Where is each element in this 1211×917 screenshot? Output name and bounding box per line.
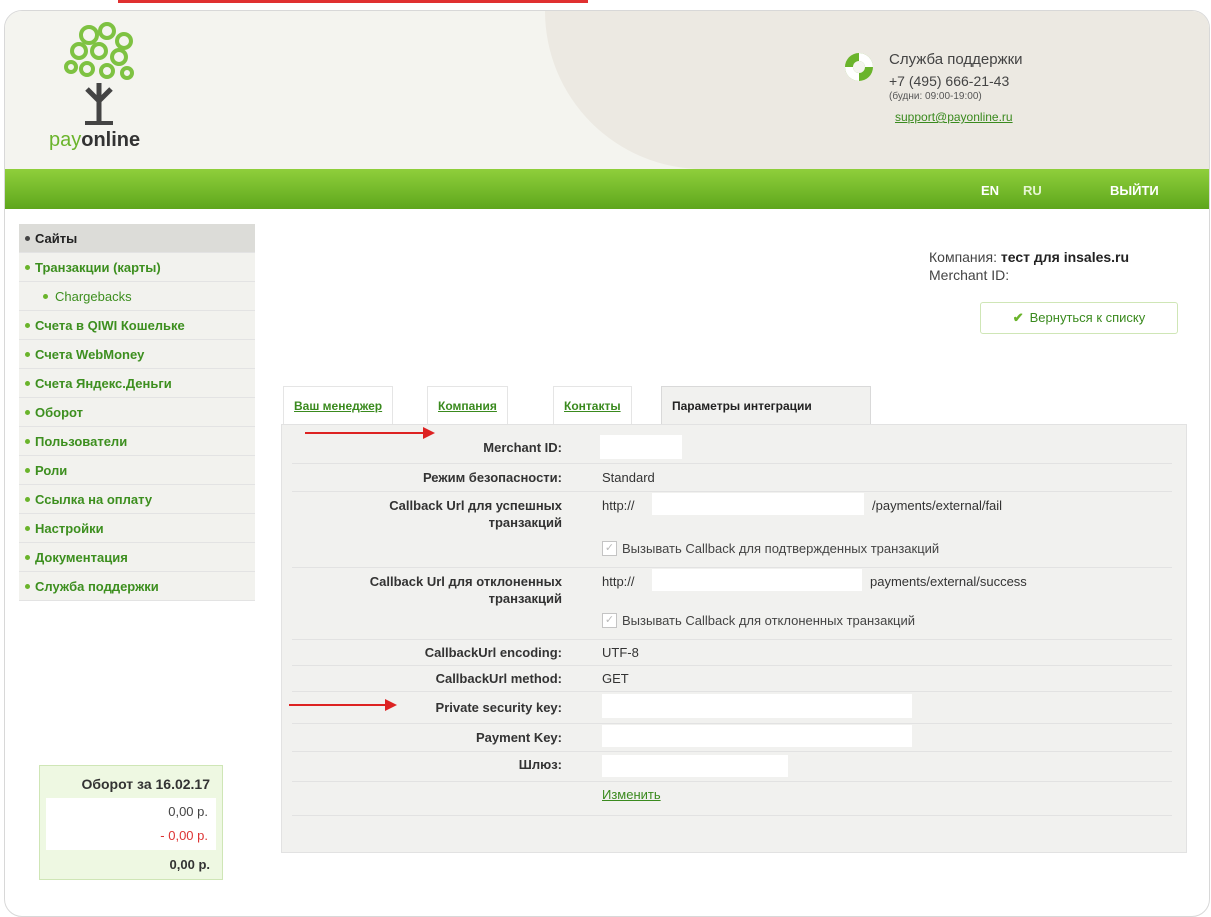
gateway-value: [602, 755, 788, 777]
checkmark-icon: ✔: [1012, 310, 1024, 325]
company-info: Компания: тест для insales.ru Merchant I…: [929, 248, 1129, 284]
bullet-icon: [25, 352, 30, 357]
annotation-arrow-private-key: [289, 699, 397, 711]
support-phone: +7 (495) 666-21-43: [889, 73, 1010, 89]
private-key-value: [602, 694, 912, 718]
payonline-logo[interactable]: payonline: [49, 21, 169, 156]
callback-declined-suffix: payments/external/success: [870, 574, 1027, 589]
callback-declined-checkbox[interactable]: ✓: [602, 613, 617, 628]
logout-link[interactable]: ВЫЙТИ: [1110, 183, 1159, 198]
encoding-value: UTF-8: [602, 645, 639, 660]
form-row-callback-declined: Callback Url для отклоненных транзакций …: [292, 567, 1172, 640]
sidebar-item-sites[interactable]: Сайты: [19, 224, 255, 253]
bullet-icon: [25, 526, 30, 531]
turnover-total: 0,00 р.: [169, 857, 210, 872]
lang-ru-link[interactable]: RU: [1023, 183, 1042, 198]
callback-success-suffix: /payments/external/fail: [872, 498, 1003, 513]
form-row-private-key: Private security key:: [292, 691, 1172, 724]
bullet-icon: [25, 381, 30, 386]
callback-success-checkbox[interactable]: ✓: [602, 541, 617, 556]
sidebar-item-payment-link[interactable]: Ссылка на оплату: [19, 485, 255, 514]
tree-logo-icon: [64, 22, 134, 125]
callback-declined-host-field[interactable]: [652, 569, 862, 591]
turnover-amount: 0,00 р.: [168, 804, 208, 819]
logo-wordmark: payonline: [49, 129, 141, 151]
payment-key-value: [602, 725, 912, 747]
callback-success-host-field[interactable]: [652, 493, 864, 515]
bullet-icon: [25, 468, 30, 473]
method-label: CallbackUrl method:: [435, 671, 562, 686]
turnover-title: Оборот за 16.02.17: [81, 776, 210, 792]
bullet-icon: [25, 584, 30, 589]
encoding-label: CallbackUrl encoding:: [424, 645, 562, 660]
bullet-icon: [25, 410, 30, 415]
callback-declined-label: Callback Url для отклоненных транзакций: [369, 574, 562, 606]
sidebar-item-turnover[interactable]: Оборот: [19, 398, 255, 427]
sidebar-item-qiwi[interactable]: Счета в QIWI Кошельке: [19, 311, 255, 340]
form-row-security-mode: Режим безопасности: Standard: [292, 463, 1172, 492]
company-name: тест для insales.ru: [1000, 249, 1130, 265]
integration-panel: Merchant ID: Режим безопасности: Standar…: [281, 424, 1187, 853]
callback-declined-prefix: http://: [602, 574, 635, 589]
payment-key-label: Payment Key:: [476, 730, 562, 745]
gateway-label: Шлюз:: [518, 757, 562, 772]
method-value: GET: [602, 671, 629, 686]
page-frame: payonline Служба поддержки +7 (495) 666-…: [4, 10, 1210, 917]
support-title: Служба поддержки: [889, 51, 1023, 68]
form-row-callback-success: Callback Url для успешных транзакций htt…: [292, 491, 1172, 568]
sidebar-item-webmoney[interactable]: Счета WebMoney: [19, 340, 255, 369]
form-row-actions: Изменить: [292, 781, 1172, 816]
bullet-icon: [25, 236, 30, 241]
sidebar-item-transactions[interactable]: Транзакции (карты): [19, 253, 255, 282]
bullet-icon: [25, 265, 30, 270]
form-row-payment-key: Payment Key:: [292, 723, 1172, 752]
header: payonline Служба поддержки +7 (495) 666-…: [5, 11, 1209, 169]
sidebar-item-chargebacks[interactable]: Chargebacks: [19, 282, 255, 311]
tab-manager[interactable]: Ваш менеджер: [283, 386, 394, 424]
bullet-icon: [43, 294, 48, 299]
merchant-id-label: Merchant ID:: [483, 440, 562, 455]
callback-declined-checkbox-label: Вызывать Callback для отклоненных транза…: [622, 613, 916, 628]
bullet-icon: [25, 323, 30, 328]
security-mode-label: Режим безопасности:: [422, 470, 562, 485]
bullet-icon: [25, 555, 30, 560]
tab-contacts[interactable]: Контакты: [553, 386, 632, 424]
callback-success-label: Callback Url для успешных транзакций: [389, 498, 562, 530]
sidebar-item-settings[interactable]: Настройки: [19, 514, 255, 543]
bullet-icon: [25, 497, 30, 502]
form-row-encoding: CallbackUrl encoding: UTF-8: [292, 639, 1172, 666]
turnover-widget: Оборот за 16.02.17 0,00 р. - 0,00 р. 0,0…: [39, 765, 223, 880]
form-row-gateway: Шлюз:: [292, 751, 1172, 782]
red-underline-decoration: [118, 0, 588, 3]
tab-company[interactable]: Компания: [427, 386, 508, 424]
sidebar-item-documentation[interactable]: Документация: [19, 543, 255, 572]
support-email-link[interactable]: support@payonline.ru: [895, 110, 1013, 124]
change-link[interactable]: Изменить: [602, 787, 661, 802]
callback-success-checkbox-label: Вызывать Callback для подтвержденных тра…: [622, 541, 940, 556]
sidebar-item-support[interactable]: Служба поддержки: [19, 572, 255, 601]
bullet-icon: [25, 439, 30, 444]
back-to-list-button[interactable]: ✔ Вернуться к списку: [980, 302, 1178, 334]
sidebar-item-yandex-money[interactable]: Счета Яндекс.Деньги: [19, 369, 255, 398]
annotation-arrow-merchant-id: [305, 427, 435, 439]
tab-integration-settings[interactable]: Параметры интеграции: [661, 386, 871, 424]
support-hours: (будни: 09:00-19:00): [889, 91, 982, 102]
merchant-id-value: [600, 435, 682, 459]
company-label: Компания:: [929, 249, 997, 265]
security-mode-value: Standard: [602, 470, 655, 485]
sidebar-nav: Сайты Транзакции (карты) Chargebacks Сче…: [19, 224, 255, 601]
lifebuoy-icon: [845, 53, 873, 81]
lang-en-link[interactable]: EN: [981, 183, 999, 198]
private-key-label: Private security key:: [435, 700, 562, 715]
turnover-refund: - 0,00 р.: [160, 828, 208, 843]
sidebar-item-roles[interactable]: Роли: [19, 456, 255, 485]
merchant-id-header-label: Merchant ID:: [929, 267, 1010, 283]
sidebar-item-users[interactable]: Пользователи: [19, 427, 255, 456]
form-row-method: CallbackUrl method: GET: [292, 665, 1172, 692]
callback-success-prefix: http://: [602, 498, 635, 513]
